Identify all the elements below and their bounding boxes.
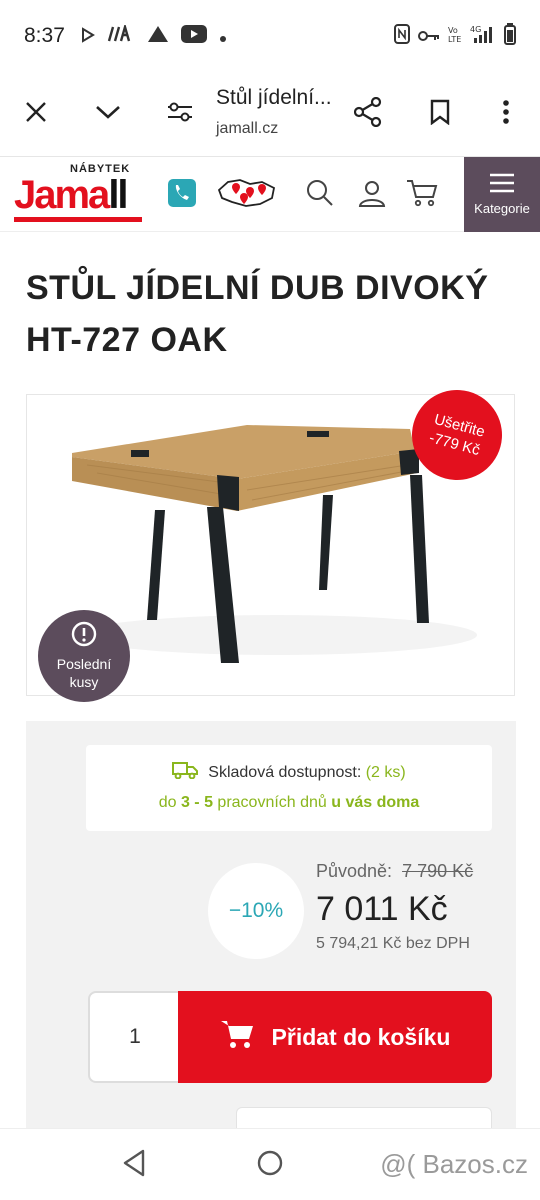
discount-badge: −10%	[208, 863, 304, 959]
jamall-logo[interactable]: NÁBYTEK Jamall	[14, 163, 142, 227]
bazos-watermark: @( Bazos.cz	[380, 1149, 528, 1179]
last-items-line2: kusy	[69, 674, 99, 690]
stock-count: (2 ks)	[365, 763, 406, 781]
stock-availability: Skladová dostupnost: (2 ks) do 3 - 5 pra…	[86, 745, 492, 831]
browser-toolbar: Stůl jídelní... jamall.cz	[0, 72, 540, 156]
status-icons-right: Vo LTE 4G	[394, 22, 516, 50]
current-price: 7 011 Kč	[316, 890, 448, 928]
youtube-icon	[180, 24, 207, 48]
close-icon	[25, 101, 47, 127]
phone-icon	[167, 178, 197, 212]
system-nav-bar: @( Bazos.cz	[0, 1128, 540, 1200]
site-settings-button[interactable]	[156, 90, 204, 138]
bookmark-icon	[430, 99, 450, 129]
home-circle-icon	[256, 1149, 284, 1181]
app-icon	[107, 22, 135, 48]
add-to-cart-label: Přidat do košíku	[271, 1023, 451, 1050]
delivery-time: do 3 - 5 pracovních dnů u vás doma	[158, 794, 420, 811]
svg-text:4G: 4G	[470, 25, 481, 34]
collapse-button[interactable]	[84, 90, 132, 138]
cart-icon	[406, 179, 438, 211]
original-price-label: Původně:	[316, 861, 393, 881]
tune-icon	[167, 101, 193, 127]
kategorie-label: Kategorie	[474, 201, 530, 216]
cart-button[interactable]	[402, 175, 442, 215]
logo-wordmark: Jamall	[14, 173, 129, 217]
map-pins-icon	[216, 176, 278, 214]
kategorie-menu-button[interactable]: Kategorie	[464, 157, 540, 232]
phone-button[interactable]	[162, 175, 202, 215]
hamburger-icon	[489, 173, 515, 197]
volte-icon: Vo LTE	[448, 24, 462, 49]
home-button[interactable]	[250, 1145, 290, 1185]
page-title: Stůl jídelní...	[216, 86, 332, 109]
original-price-row: Původně: 7 790 Kč	[316, 861, 473, 882]
stock-line: Skladová dostupnost: (2 ks)	[86, 761, 492, 784]
last-items-badge: Poslední kusy	[38, 610, 130, 702]
share-button[interactable]	[344, 90, 392, 138]
status-bar: 8:37 Vo LTE 4G	[0, 0, 540, 72]
product-title: STŮL JÍDELNÍ DUB DIVOKÝ HT-727 OAK	[26, 269, 489, 359]
chevron-down-icon	[95, 104, 121, 124]
more-vert-icon	[502, 99, 510, 129]
4g-signal-icon: 4G	[470, 24, 496, 49]
site-header: NÁBYTEK Jamall Kategorie	[0, 156, 540, 232]
close-tab-button[interactable]	[12, 90, 60, 138]
back-triangle-icon	[121, 1149, 147, 1181]
nfc-icon	[394, 23, 410, 49]
key-icon	[418, 24, 440, 48]
page-url: jamall.cz	[216, 120, 279, 137]
delivery-truck-icon	[172, 761, 199, 784]
user-icon	[358, 179, 386, 211]
battery-icon	[504, 22, 516, 50]
price-without-vat: 5 794,21 Kč bez DPH	[316, 935, 470, 952]
more-menu-button[interactable]	[482, 90, 530, 138]
status-icons-left	[81, 22, 227, 48]
share-icon	[353, 96, 382, 131]
search-button[interactable]	[300, 175, 340, 215]
status-time: 8:37	[24, 24, 65, 47]
svg-text:LTE: LTE	[448, 35, 461, 44]
price-block: Původně: 7 790 Kč 7 011 Kč 5 794,21 Kč be…	[316, 861, 473, 953]
alert-icon	[71, 621, 97, 651]
account-button[interactable]	[352, 175, 392, 215]
back-button[interactable]	[114, 1145, 154, 1185]
add-to-cart-button[interactable]: Přidat do košíku	[178, 991, 492, 1083]
triangle-icon	[147, 24, 169, 48]
buy-box: Skladová dostupnost: (2 ks) do 3 - 5 pra…	[26, 721, 516, 1137]
stock-label: Skladová dostupnost:	[208, 763, 362, 781]
play-icon	[81, 24, 95, 48]
cart-icon	[220, 1019, 254, 1055]
original-price: 7 790 Kč	[402, 861, 474, 881]
quantity-input[interactable]: 1	[88, 991, 180, 1083]
page-address[interactable]: Stůl jídelní... jamall.cz	[216, 86, 332, 138]
dot-icon	[219, 24, 227, 48]
bookmark-button[interactable]	[416, 90, 464, 138]
logo-underline	[14, 217, 142, 222]
stores-map-button[interactable]	[214, 175, 280, 215]
search-icon	[306, 179, 334, 211]
svg-text:Vo: Vo	[448, 26, 458, 35]
last-items-line1: Poslední	[56, 656, 112, 672]
